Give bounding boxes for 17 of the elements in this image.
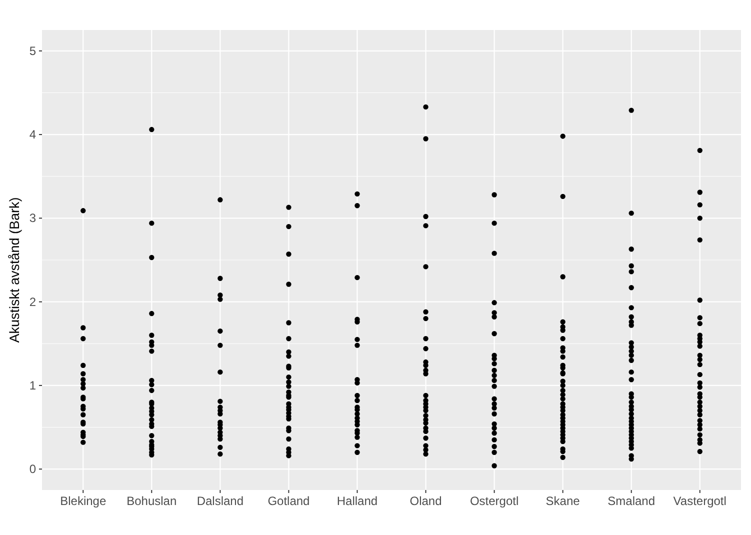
y-tick-label: 5: [29, 44, 36, 58]
x-tick-label: Smaland: [608, 494, 656, 508]
x-tick-label: Ostergotl: [470, 494, 519, 508]
y-tick-label: 2: [29, 294, 36, 309]
x-tick-label: Dalsland: [196, 494, 244, 508]
x-tick-label: Blekinge: [60, 494, 106, 508]
x-tick-label: Oland: [410, 494, 442, 508]
x-tick-label: Vastergotl: [673, 494, 726, 508]
y-tick-label: 3: [29, 211, 36, 226]
y-tick-label: 4: [29, 128, 36, 142]
x-tick-label: Gotland: [268, 494, 310, 508]
y-axis-title: Akustiskt avstånd (Bark): [7, 197, 22, 343]
x-tick-label: Halland: [336, 494, 378, 508]
x-tick-label: Skane: [546, 494, 580, 508]
x-tick-label: Bohuslan: [126, 494, 177, 508]
y-tick-label: 0: [29, 462, 36, 476]
y-tick-label: 1: [29, 378, 36, 392]
